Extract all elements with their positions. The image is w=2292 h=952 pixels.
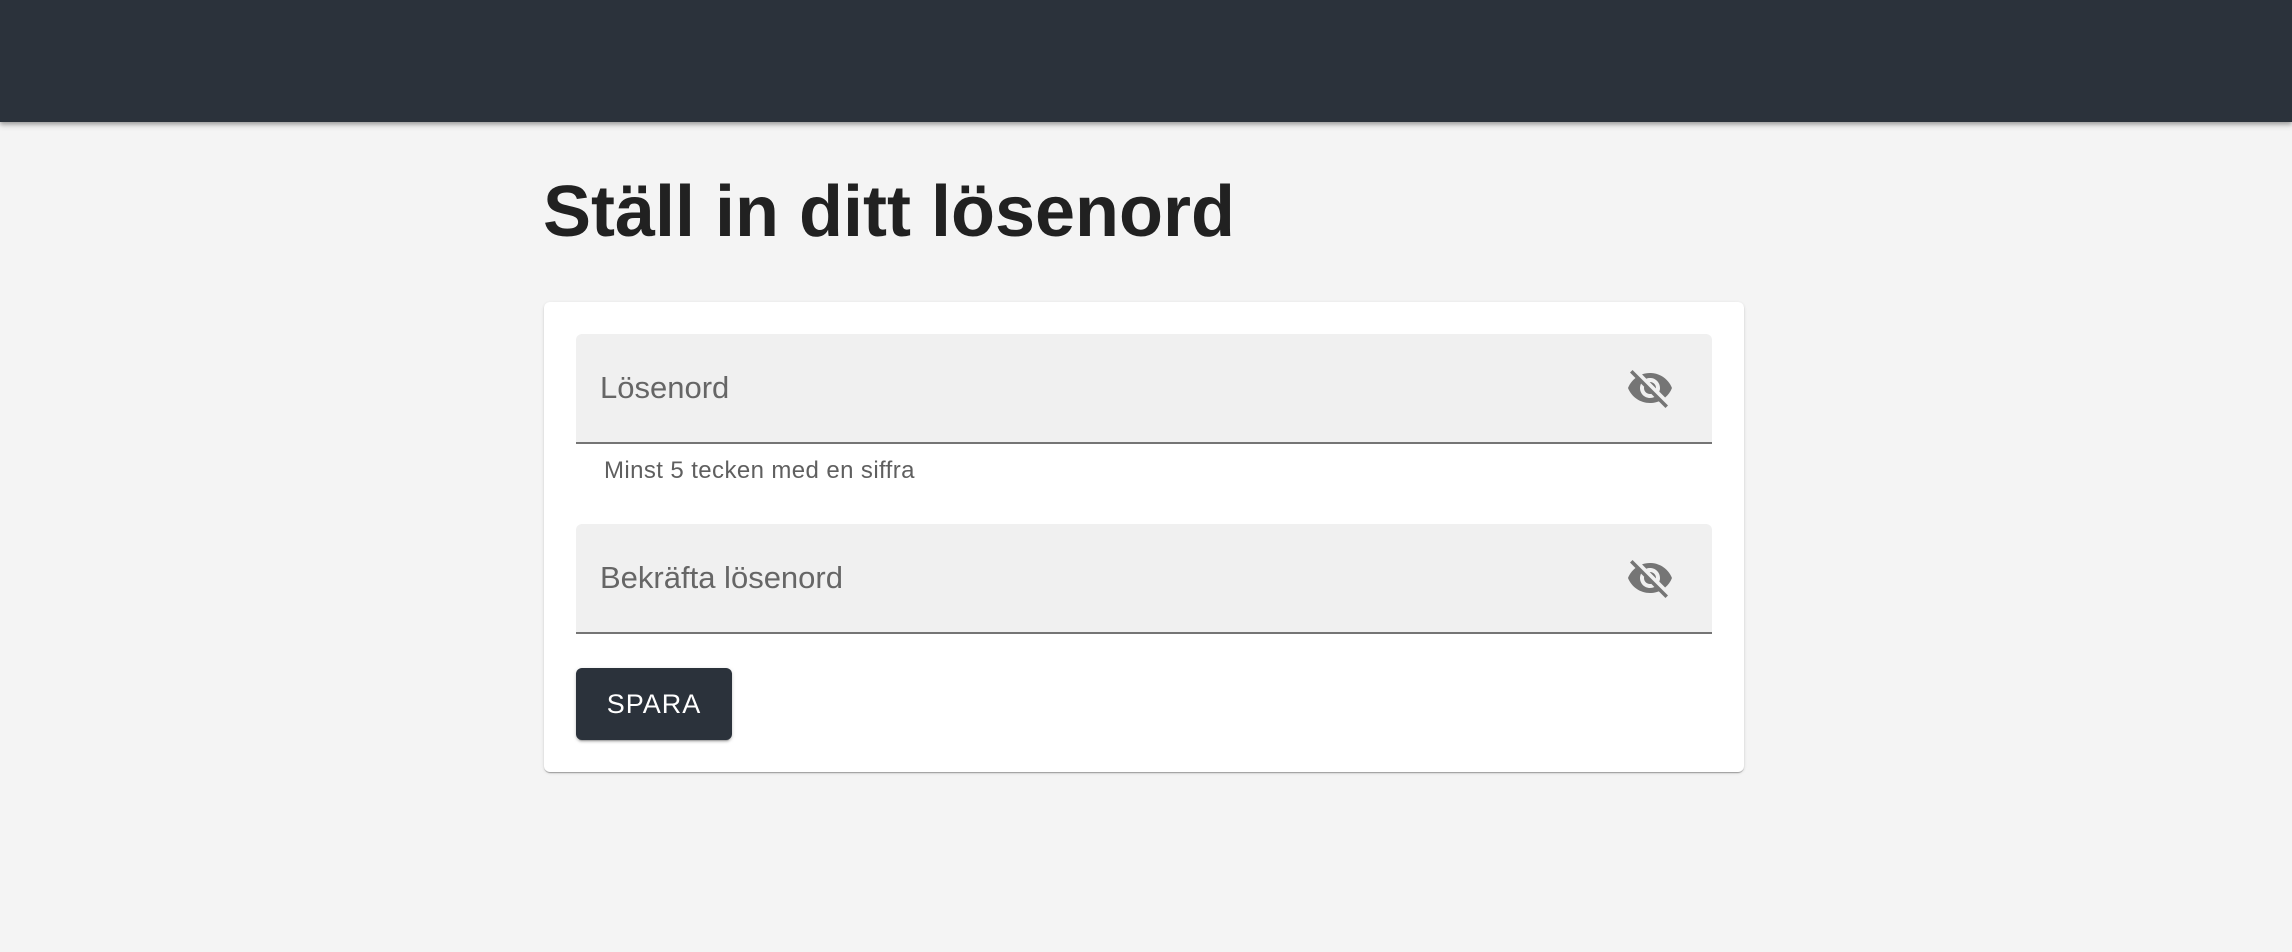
- confirm-password-input[interactable]: [600, 524, 1600, 632]
- password-form-card: Minst 5 tecken med en siffra SPARA: [544, 302, 1744, 772]
- eye-off-icon: [1628, 560, 1672, 598]
- save-button[interactable]: SPARA: [576, 668, 732, 740]
- password-field[interactable]: [576, 334, 1712, 444]
- confirm-password-visibility-toggle[interactable]: [1626, 554, 1674, 602]
- eye-off-icon: [1628, 370, 1672, 408]
- password-helper-text: Minst 5 tecken med en siffra: [604, 457, 915, 484]
- page-title: Ställ in ditt lösenord: [543, 172, 1236, 252]
- password-input[interactable]: [600, 334, 1600, 442]
- password-visibility-toggle[interactable]: [1626, 364, 1674, 412]
- app-bar: [0, 0, 2292, 122]
- confirm-password-field[interactable]: [576, 524, 1712, 634]
